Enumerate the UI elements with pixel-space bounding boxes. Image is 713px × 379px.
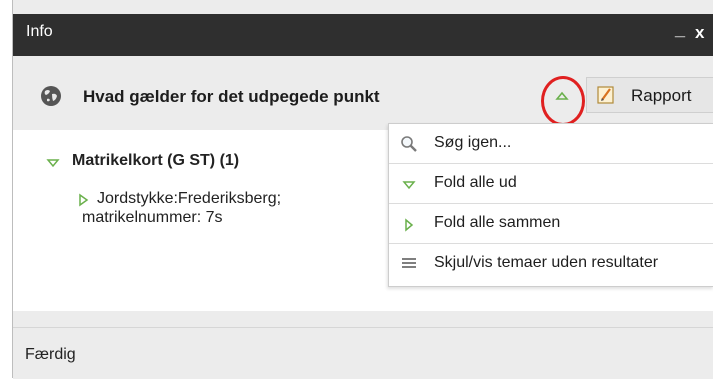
menu-item-search-again[interactable]: Søg igen... bbox=[389, 124, 713, 164]
info-header: Hvad gælder for det udpegede punkt Rappo… bbox=[13, 56, 713, 130]
header-title: Hvad gælder for det udpegede punkt bbox=[83, 87, 380, 106]
menu-item-expand-all[interactable]: Fold alle ud bbox=[389, 164, 713, 204]
tree-item-line2[interactable]: matrikelnummer: 7s bbox=[82, 209, 222, 227]
menu-item-toggle-empty-themes[interactable]: Skjul/vis temaer uden resultater bbox=[389, 244, 713, 284]
info-window: Info _ x Hvad gælder for det udpegede pu… bbox=[12, 0, 713, 379]
triangle-down-icon bbox=[402, 181, 416, 190]
options-menu: Søg igen... Fold alle ud Fold alle samme… bbox=[388, 123, 713, 287]
triangle-right-icon bbox=[405, 218, 414, 232]
rapport-label: Rapport bbox=[631, 86, 692, 105]
list-icon bbox=[402, 258, 416, 268]
status-text: Færdig bbox=[25, 346, 76, 363]
report-icon bbox=[597, 86, 614, 104]
triangle-up-icon[interactable] bbox=[554, 88, 570, 104]
search-icon bbox=[401, 136, 417, 152]
status-bar: Færdig bbox=[13, 327, 713, 379]
window-title: Info bbox=[26, 23, 53, 40]
window-titlebar[interactable]: Info _ x bbox=[13, 14, 713, 56]
globe-icon bbox=[41, 86, 61, 106]
menu-item-label: Søg igen... bbox=[434, 134, 512, 151]
close-button[interactable]: x bbox=[695, 23, 704, 43]
menu-item-label: Skjul/vis temaer uden resultater bbox=[434, 254, 659, 271]
menu-item-label: Fold alle sammen bbox=[434, 214, 561, 231]
triangle-down-icon[interactable] bbox=[46, 156, 60, 170]
triangle-right-icon[interactable] bbox=[77, 193, 91, 207]
rapport-button[interactable]: Rapport bbox=[586, 77, 713, 113]
tree-item-line1[interactable]: Jordstykke:Frederiksberg; bbox=[97, 190, 281, 208]
tree-group-label[interactable]: Matrikelkort (G ST) (1) bbox=[72, 152, 239, 170]
menu-item-collapse-all[interactable]: Fold alle sammen bbox=[389, 204, 713, 244]
minimize-button[interactable]: _ bbox=[675, 19, 685, 40]
menu-item-label: Fold alle ud bbox=[434, 174, 517, 191]
